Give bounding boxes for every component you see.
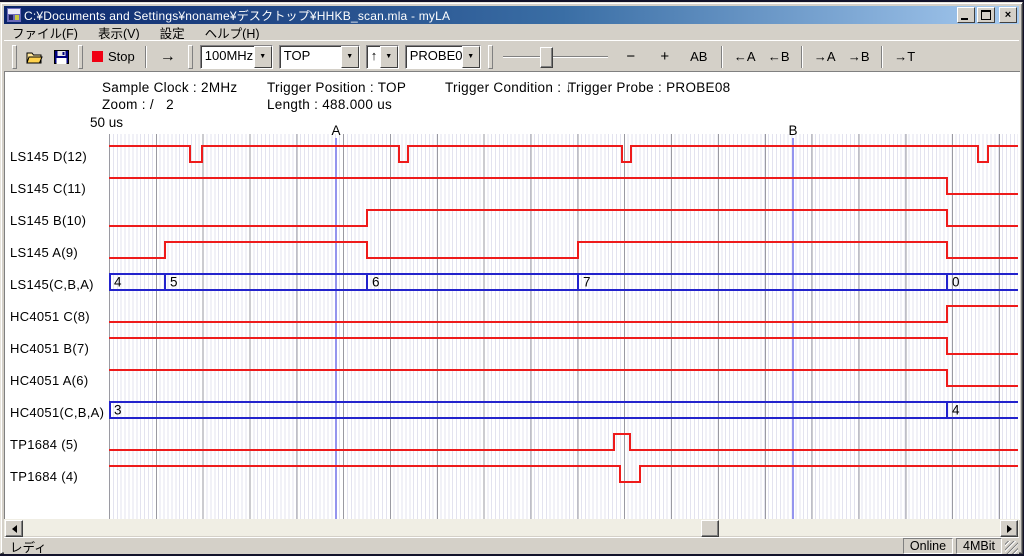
open-folder-icon bbox=[26, 50, 44, 64]
scrollbar-thumb[interactable] bbox=[701, 520, 719, 537]
toolbar-grip[interactable] bbox=[12, 45, 17, 69]
zoom-slider-thumb[interactable] bbox=[540, 47, 553, 68]
channel-label: TP1684 (4) bbox=[10, 460, 78, 492]
channel-label: HC4051 B(7) bbox=[10, 332, 89, 364]
save-button[interactable] bbox=[49, 45, 74, 69]
bus-value: 3 bbox=[114, 403, 122, 418]
bus-value: 6 bbox=[372, 275, 380, 290]
goto-trigger-button[interactable]: →T bbox=[888, 45, 922, 69]
bus-value: 4 bbox=[952, 403, 960, 418]
trigger-edge-value: ↑ bbox=[367, 46, 380, 68]
goto-marker-a-back-button[interactable]: ←A bbox=[728, 45, 762, 69]
scroll-right-button[interactable] bbox=[1000, 520, 1018, 537]
sample-clock-info: Sample Clock : 2MHz bbox=[102, 80, 238, 95]
ab-span-button[interactable]: AB bbox=[682, 45, 716, 69]
zoom-slider[interactable] bbox=[503, 45, 608, 69]
channel-label: LS145 C(11) bbox=[10, 172, 86, 204]
minimize-icon bbox=[961, 18, 968, 20]
run-arrow-icon: → bbox=[160, 48, 176, 66]
toolbar: Stop → 100MHz ▼ TOP ▼ ↑ ▼ PROBE00 ▼ − + bbox=[4, 40, 1019, 72]
toolbar-separator bbox=[145, 46, 147, 68]
chevron-down-icon[interactable]: ▼ bbox=[462, 46, 480, 68]
channel-label: LS145(C,B,A) bbox=[10, 268, 94, 300]
close-icon: × bbox=[1005, 10, 1011, 21]
close-button[interactable]: × bbox=[999, 7, 1017, 23]
toolbar-separator bbox=[881, 46, 883, 68]
chevron-down-icon[interactable]: ▼ bbox=[254, 46, 272, 68]
channel-label: LS145 B(10) bbox=[10, 204, 86, 236]
toolbar-separator bbox=[721, 46, 723, 68]
bus-value: 4 bbox=[114, 275, 122, 290]
stop-icon bbox=[92, 51, 103, 62]
bus-value: 7 bbox=[583, 275, 591, 290]
chevron-down-icon[interactable]: ▼ bbox=[380, 46, 398, 68]
stop-button[interactable]: Stop bbox=[87, 45, 140, 69]
status-text: レディ bbox=[4, 537, 900, 556]
sample-clock-value: 100MHz bbox=[201, 46, 254, 68]
trigger-probe-info: Trigger Probe : PROBE08 bbox=[568, 80, 730, 95]
scroll-left-button[interactable] bbox=[5, 520, 23, 537]
online-status-badge: Online bbox=[903, 538, 953, 554]
arrow-right-icon bbox=[1007, 525, 1016, 533]
signal-trace bbox=[109, 306, 1018, 322]
app-icon bbox=[7, 8, 21, 22]
goto-marker-a-fwd-button[interactable]: →A bbox=[808, 45, 842, 69]
waveform-grid[interactable]: 4 5 6 7 0 3 4 bbox=[109, 134, 1018, 519]
minimize-button[interactable] bbox=[957, 7, 975, 23]
zoom-info: Zoom : / 2 bbox=[102, 97, 174, 112]
trigger-position-value: TOP bbox=[280, 46, 341, 68]
signal-trace bbox=[109, 178, 1018, 194]
trigger-position-combo[interactable]: TOP ▼ bbox=[279, 45, 360, 69]
length-info: Length : 488.000 us bbox=[267, 97, 392, 112]
chevron-down-icon[interactable]: ▼ bbox=[341, 46, 359, 68]
bus-value: 5 bbox=[170, 275, 178, 290]
maximize-button[interactable] bbox=[977, 7, 995, 23]
open-button[interactable] bbox=[21, 45, 49, 69]
channel-label: LS145 D(12) bbox=[10, 140, 87, 172]
signal-trace bbox=[109, 146, 1018, 162]
toolbar-separator bbox=[801, 46, 803, 68]
trigger-condition-info: Trigger Condition : ↓ bbox=[445, 80, 572, 95]
channel-label: HC4051 C(8) bbox=[10, 300, 90, 332]
stop-label: Stop bbox=[108, 49, 135, 64]
signal-trace bbox=[109, 370, 1018, 386]
trigger-probe-combo[interactable]: PROBE00 ▼ bbox=[405, 45, 481, 69]
channel-label: TP1684 (5) bbox=[10, 428, 78, 460]
trigger-edge-combo[interactable]: ↑ ▼ bbox=[366, 45, 399, 69]
signal-trace bbox=[109, 242, 1018, 258]
app-window: C:¥Documents and Settings¥noname¥デスクトップ¥… bbox=[0, 2, 1023, 554]
signal-trace bbox=[109, 466, 1018, 482]
bus-trace bbox=[109, 274, 1018, 290]
arrow-left-icon bbox=[8, 525, 17, 533]
run-button[interactable]: → bbox=[152, 45, 184, 69]
time-division-label: 50 us bbox=[90, 115, 123, 130]
signal-trace bbox=[109, 210, 1018, 226]
goto-marker-b-fwd-button[interactable]: →B bbox=[842, 45, 876, 69]
zoom-out-button[interactable]: − bbox=[614, 45, 648, 69]
goto-marker-b-back-button[interactable]: ←B bbox=[762, 45, 796, 69]
waveform-client-area: Sample Clock : 2MHz Trigger Position : T… bbox=[4, 71, 1020, 520]
signal-trace bbox=[109, 434, 1018, 450]
signal-trace bbox=[109, 338, 1018, 354]
channel-label: HC4051 A(6) bbox=[10, 364, 88, 396]
toolbar-grip[interactable] bbox=[188, 45, 193, 69]
zoom-in-button[interactable]: + bbox=[648, 45, 682, 69]
trigger-probe-value: PROBE00 bbox=[406, 46, 462, 68]
horizontal-scrollbar[interactable] bbox=[4, 519, 1019, 536]
resize-grip[interactable] bbox=[1005, 541, 1018, 554]
channel-label: LS145 A(9) bbox=[10, 236, 78, 268]
memory-size-badge: 4MBit bbox=[956, 538, 1002, 554]
zoom-slider-track bbox=[503, 56, 608, 58]
menu-bar: ファイル(F)表示(V)設定ヘルプ(H) bbox=[4, 24, 1019, 40]
bus-value: 0 bbox=[952, 275, 960, 290]
trigger-position-info: Trigger Position : TOP bbox=[267, 80, 406, 95]
status-bar: レディ Online 4MBit bbox=[4, 537, 1019, 554]
save-floppy-icon bbox=[54, 50, 69, 64]
sample-clock-combo[interactable]: 100MHz ▼ bbox=[200, 45, 273, 69]
toolbar-grip[interactable] bbox=[78, 45, 83, 69]
maximize-icon bbox=[981, 10, 991, 20]
channel-label: HC4051(C,B,A) bbox=[10, 396, 104, 428]
bus-trace bbox=[109, 402, 1018, 418]
toolbar-grip[interactable] bbox=[488, 45, 493, 69]
